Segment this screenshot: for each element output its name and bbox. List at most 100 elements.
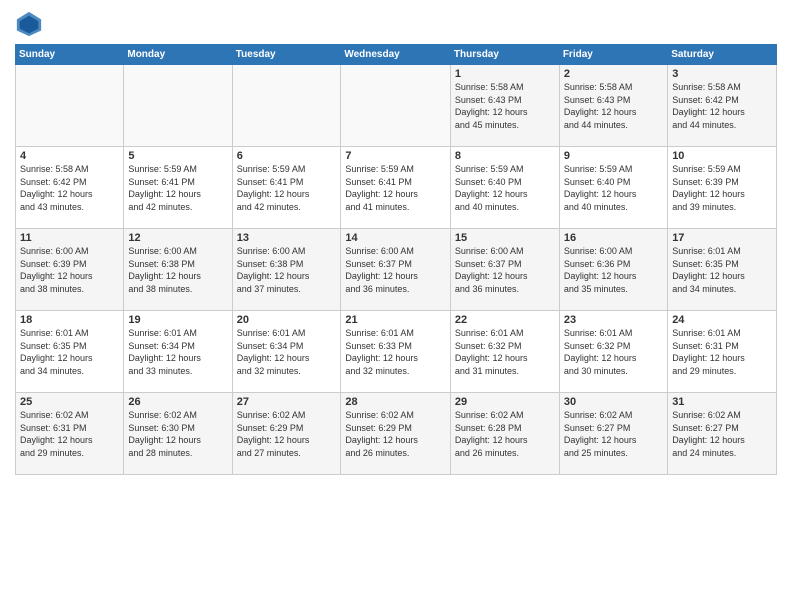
day-info: Sunrise: 5:59 AM Sunset: 6:41 PM Dayligh… bbox=[128, 163, 227, 213]
day-number: 19 bbox=[128, 314, 227, 326]
calendar-cell bbox=[232, 65, 341, 147]
day-info: Sunrise: 6:01 AM Sunset: 6:33 PM Dayligh… bbox=[345, 327, 446, 377]
day-number: 2 bbox=[564, 68, 663, 80]
calendar-cell: 7Sunrise: 5:59 AM Sunset: 6:41 PM Daylig… bbox=[341, 147, 451, 229]
header-friday: Friday bbox=[559, 45, 667, 65]
logo bbox=[15, 10, 47, 38]
calendar-cell: 23Sunrise: 6:01 AM Sunset: 6:32 PM Dayli… bbox=[559, 311, 667, 393]
day-info: Sunrise: 6:02 AM Sunset: 6:29 PM Dayligh… bbox=[237, 409, 337, 459]
day-info: Sunrise: 5:59 AM Sunset: 6:40 PM Dayligh… bbox=[564, 163, 663, 213]
calendar-cell: 12Sunrise: 6:00 AM Sunset: 6:38 PM Dayli… bbox=[124, 229, 232, 311]
calendar-cell bbox=[124, 65, 232, 147]
day-number: 17 bbox=[672, 232, 772, 244]
calendar-cell: 21Sunrise: 6:01 AM Sunset: 6:33 PM Dayli… bbox=[341, 311, 451, 393]
day-number: 20 bbox=[237, 314, 337, 326]
calendar-cell: 25Sunrise: 6:02 AM Sunset: 6:31 PM Dayli… bbox=[16, 393, 124, 475]
day-number: 27 bbox=[237, 396, 337, 408]
calendar-cell: 22Sunrise: 6:01 AM Sunset: 6:32 PM Dayli… bbox=[450, 311, 559, 393]
calendar-cell: 28Sunrise: 6:02 AM Sunset: 6:29 PM Dayli… bbox=[341, 393, 451, 475]
day-number: 10 bbox=[672, 150, 772, 162]
day-number: 30 bbox=[564, 396, 663, 408]
calendar-cell: 5Sunrise: 5:59 AM Sunset: 6:41 PM Daylig… bbox=[124, 147, 232, 229]
day-info: Sunrise: 6:02 AM Sunset: 6:27 PM Dayligh… bbox=[564, 409, 663, 459]
day-number: 23 bbox=[564, 314, 663, 326]
day-number: 4 bbox=[20, 150, 119, 162]
day-info: Sunrise: 6:01 AM Sunset: 6:34 PM Dayligh… bbox=[237, 327, 337, 377]
calendar-cell: 20Sunrise: 6:01 AM Sunset: 6:34 PM Dayli… bbox=[232, 311, 341, 393]
day-number: 15 bbox=[455, 232, 555, 244]
day-number: 24 bbox=[672, 314, 772, 326]
header-thursday: Thursday bbox=[450, 45, 559, 65]
calendar-cell: 27Sunrise: 6:02 AM Sunset: 6:29 PM Dayli… bbox=[232, 393, 341, 475]
day-number: 25 bbox=[20, 396, 119, 408]
calendar-cell: 16Sunrise: 6:00 AM Sunset: 6:36 PM Dayli… bbox=[559, 229, 667, 311]
day-info: Sunrise: 6:02 AM Sunset: 6:28 PM Dayligh… bbox=[455, 409, 555, 459]
header-saturday: Saturday bbox=[668, 45, 777, 65]
day-number: 28 bbox=[345, 396, 446, 408]
header-row: SundayMondayTuesdayWednesdayThursdayFrid… bbox=[16, 45, 777, 65]
day-info: Sunrise: 5:59 AM Sunset: 6:39 PM Dayligh… bbox=[672, 163, 772, 213]
day-info: Sunrise: 6:00 AM Sunset: 6:38 PM Dayligh… bbox=[128, 245, 227, 295]
day-info: Sunrise: 6:01 AM Sunset: 6:35 PM Dayligh… bbox=[672, 245, 772, 295]
calendar-cell: 9Sunrise: 5:59 AM Sunset: 6:40 PM Daylig… bbox=[559, 147, 667, 229]
calendar-cell: 29Sunrise: 6:02 AM Sunset: 6:28 PM Dayli… bbox=[450, 393, 559, 475]
calendar-cell: 4Sunrise: 5:58 AM Sunset: 6:42 PM Daylig… bbox=[16, 147, 124, 229]
logo-icon bbox=[15, 10, 43, 38]
day-info: Sunrise: 6:01 AM Sunset: 6:34 PM Dayligh… bbox=[128, 327, 227, 377]
day-number: 6 bbox=[237, 150, 337, 162]
day-number: 29 bbox=[455, 396, 555, 408]
day-info: Sunrise: 5:58 AM Sunset: 6:43 PM Dayligh… bbox=[455, 81, 555, 131]
day-info: Sunrise: 5:58 AM Sunset: 6:42 PM Dayligh… bbox=[672, 81, 772, 131]
day-info: Sunrise: 6:01 AM Sunset: 6:31 PM Dayligh… bbox=[672, 327, 772, 377]
day-number: 1 bbox=[455, 68, 555, 80]
day-info: Sunrise: 6:00 AM Sunset: 6:39 PM Dayligh… bbox=[20, 245, 119, 295]
week-row-1: 4Sunrise: 5:58 AM Sunset: 6:42 PM Daylig… bbox=[16, 147, 777, 229]
calendar-cell: 6Sunrise: 5:59 AM Sunset: 6:41 PM Daylig… bbox=[232, 147, 341, 229]
calendar-cell: 24Sunrise: 6:01 AM Sunset: 6:31 PM Dayli… bbox=[668, 311, 777, 393]
week-row-2: 11Sunrise: 6:00 AM Sunset: 6:39 PM Dayli… bbox=[16, 229, 777, 311]
day-number: 26 bbox=[128, 396, 227, 408]
day-info: Sunrise: 5:59 AM Sunset: 6:41 PM Dayligh… bbox=[237, 163, 337, 213]
day-info: Sunrise: 6:02 AM Sunset: 6:27 PM Dayligh… bbox=[672, 409, 772, 459]
day-info: Sunrise: 6:00 AM Sunset: 6:36 PM Dayligh… bbox=[564, 245, 663, 295]
header-wednesday: Wednesday bbox=[341, 45, 451, 65]
day-info: Sunrise: 6:00 AM Sunset: 6:38 PM Dayligh… bbox=[237, 245, 337, 295]
page-container: SundayMondayTuesdayWednesdayThursdayFrid… bbox=[0, 0, 792, 485]
calendar-cell: 3Sunrise: 5:58 AM Sunset: 6:42 PM Daylig… bbox=[668, 65, 777, 147]
day-number: 22 bbox=[455, 314, 555, 326]
day-number: 14 bbox=[345, 232, 446, 244]
week-row-3: 18Sunrise: 6:01 AM Sunset: 6:35 PM Dayli… bbox=[16, 311, 777, 393]
week-row-4: 25Sunrise: 6:02 AM Sunset: 6:31 PM Dayli… bbox=[16, 393, 777, 475]
calendar-cell: 15Sunrise: 6:00 AM Sunset: 6:37 PM Dayli… bbox=[450, 229, 559, 311]
day-number: 31 bbox=[672, 396, 772, 408]
day-info: Sunrise: 6:02 AM Sunset: 6:31 PM Dayligh… bbox=[20, 409, 119, 459]
day-number: 3 bbox=[672, 68, 772, 80]
day-number: 18 bbox=[20, 314, 119, 326]
day-number: 11 bbox=[20, 232, 119, 244]
header bbox=[15, 10, 777, 38]
day-info: Sunrise: 6:01 AM Sunset: 6:35 PM Dayligh… bbox=[20, 327, 119, 377]
calendar-cell: 8Sunrise: 5:59 AM Sunset: 6:40 PM Daylig… bbox=[450, 147, 559, 229]
day-number: 13 bbox=[237, 232, 337, 244]
calendar-cell: 13Sunrise: 6:00 AM Sunset: 6:38 PM Dayli… bbox=[232, 229, 341, 311]
calendar-cell: 18Sunrise: 6:01 AM Sunset: 6:35 PM Dayli… bbox=[16, 311, 124, 393]
day-info: Sunrise: 6:00 AM Sunset: 6:37 PM Dayligh… bbox=[345, 245, 446, 295]
header-monday: Monday bbox=[124, 45, 232, 65]
header-sunday: Sunday bbox=[16, 45, 124, 65]
day-info: Sunrise: 5:58 AM Sunset: 6:43 PM Dayligh… bbox=[564, 81, 663, 131]
day-number: 12 bbox=[128, 232, 227, 244]
day-info: Sunrise: 5:59 AM Sunset: 6:41 PM Dayligh… bbox=[345, 163, 446, 213]
day-number: 9 bbox=[564, 150, 663, 162]
calendar-cell: 14Sunrise: 6:00 AM Sunset: 6:37 PM Dayli… bbox=[341, 229, 451, 311]
day-number: 5 bbox=[128, 150, 227, 162]
calendar-cell bbox=[16, 65, 124, 147]
day-info: Sunrise: 6:02 AM Sunset: 6:29 PM Dayligh… bbox=[345, 409, 446, 459]
week-row-0: 1Sunrise: 5:58 AM Sunset: 6:43 PM Daylig… bbox=[16, 65, 777, 147]
header-tuesday: Tuesday bbox=[232, 45, 341, 65]
day-number: 21 bbox=[345, 314, 446, 326]
day-number: 7 bbox=[345, 150, 446, 162]
day-number: 8 bbox=[455, 150, 555, 162]
calendar-cell: 17Sunrise: 6:01 AM Sunset: 6:35 PM Dayli… bbox=[668, 229, 777, 311]
calendar-cell: 26Sunrise: 6:02 AM Sunset: 6:30 PM Dayli… bbox=[124, 393, 232, 475]
day-number: 16 bbox=[564, 232, 663, 244]
